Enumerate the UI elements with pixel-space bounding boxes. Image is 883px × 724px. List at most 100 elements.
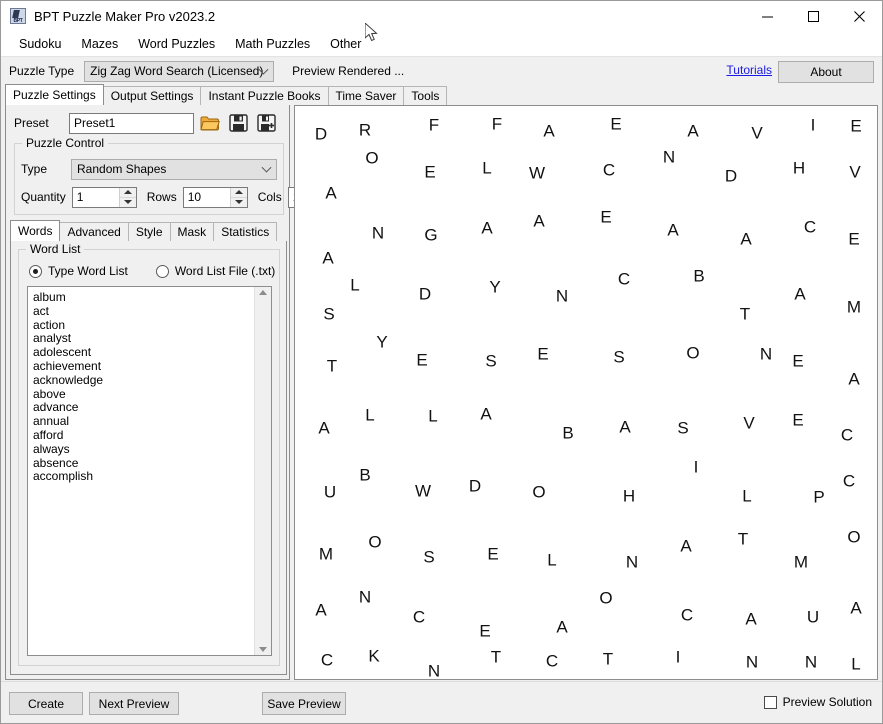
list-item[interactable]: acknowledge [33,374,254,388]
quantity-arrows[interactable] [119,188,136,207]
grid-letter: A [680,538,691,555]
word-list-textarea[interactable]: albumactactionanalystadolescentachieveme… [27,286,272,656]
radio-word-list-file[interactable] [156,265,169,278]
rows-value[interactable]: 10 [184,188,230,207]
save-preview-button[interactable]: Save Preview [262,692,346,715]
grid-letter: M [794,554,808,571]
grid-letter: L [482,160,491,177]
type-select[interactable]: Random Shapes [71,159,277,180]
list-item[interactable]: accomplish [33,470,254,484]
menu-item-other[interactable]: Other [320,34,371,54]
menu-item-math-puzzles[interactable]: Math Puzzles [225,34,320,54]
next-preview-button[interactable]: Next Preview [89,692,179,715]
rows-up-icon[interactable] [231,188,247,198]
list-item[interactable]: always [33,443,254,457]
save-icon[interactable] [226,111,250,135]
rows-arrows[interactable] [230,188,247,207]
grid-letter: T [738,531,748,548]
list-item[interactable]: album [33,291,254,305]
sub-tab-strip: Words Advanced Style Mask Statistics [10,221,287,241]
create-button[interactable]: Create [9,692,83,715]
menu-item-word-puzzles[interactable]: Word Puzzles [128,34,225,54]
tab-instant-puzzle-books[interactable]: Instant Puzzle Books [200,86,328,105]
cols-label: Cols [258,190,282,204]
quantity-up-icon[interactable] [120,188,136,198]
grid-letter: W [529,165,545,182]
grid-letter: A [848,371,859,388]
list-item[interactable]: adolescent [33,346,254,360]
preset-input[interactable]: Preset1 [69,113,194,134]
subtab-statistics[interactable]: Statistics [213,222,277,241]
about-button[interactable]: About [778,61,874,83]
title-bar: BPT Puzzle Maker Pro v2023.2 [1,1,882,31]
grid-letter: I [811,117,816,134]
tab-output-settings[interactable]: Output Settings [103,86,202,105]
grid-letter: O [368,534,381,551]
grid-letter: A [740,231,751,248]
bottom-action-bar: Create Next Preview Save Preview Preview… [1,681,882,723]
word-list-title: Word List [26,242,84,256]
grid-letter: H [623,488,635,505]
open-folder-icon[interactable] [198,111,222,135]
menu-item-sudoku[interactable]: Sudoku [9,34,71,54]
tab-tools[interactable]: Tools [403,86,447,105]
quantity-down-icon[interactable] [120,198,136,207]
grid-letter: N [746,654,758,671]
grid-letter: E [610,116,621,133]
list-item[interactable]: above [33,388,254,402]
word-list-scrollbar[interactable] [254,287,271,655]
grid-letter: L [365,407,374,424]
list-item[interactable]: advance [33,401,254,415]
menu-item-mazes[interactable]: Mazes [71,34,128,54]
save-as-icon[interactable] [254,111,278,135]
main-tab-strip: Puzzle Settings Output Settings Instant … [5,85,878,105]
grid-letter: U [807,609,819,626]
preview-solution-row[interactable]: Preview Solution [764,695,872,709]
grid-letter: E [424,164,435,181]
grid-letter: N [359,589,371,606]
grid-letter: N [428,663,440,680]
close-icon[interactable] [836,1,882,31]
quantity-stepper[interactable]: 1 [72,187,137,208]
minimize-icon[interactable] [744,1,790,31]
list-item[interactable]: act [33,305,254,319]
list-item[interactable]: afford [33,429,254,443]
grid-letter: D [725,168,737,185]
grid-letter: I [694,459,699,476]
scroll-down-icon[interactable] [259,647,267,652]
tutorials-link[interactable]: Tutorials [726,63,772,77]
tab-puzzle-settings[interactable]: Puzzle Settings [5,84,104,105]
list-item[interactable]: absence [33,457,254,471]
scroll-up-icon[interactable] [259,290,267,295]
list-item[interactable]: action [33,319,254,333]
list-item[interactable]: achievement [33,360,254,374]
grid-letter: E [537,346,548,363]
subtab-style[interactable]: Style [128,222,171,241]
grid-letter: N [663,149,675,166]
grid-letter: C [843,473,855,490]
puzzle-control-title: Puzzle Control [22,136,108,150]
puzzle-preview-panel[interactable]: DRFFAEAVIEOELWCNDHVANGAAEAACEALDYNCBAMST… [294,105,878,680]
subtab-mask[interactable]: Mask [170,222,215,241]
radio-type-word-list[interactable] [29,265,42,278]
list-item[interactable]: annual [33,415,254,429]
words-panel: Word List Type Word List Word List File … [10,241,287,675]
preview-solution-checkbox[interactable] [764,696,777,709]
subtab-advanced[interactable]: Advanced [59,222,128,241]
puzzle-type-select[interactable]: Zig Zag Word Search (Licensed) [84,61,274,82]
puzzle-type-label: Puzzle Type [9,64,74,78]
grid-letter: A [687,123,698,140]
type-value: Random Shapes [77,162,166,176]
grid-letter: Y [376,334,387,351]
quantity-value[interactable]: 1 [73,188,119,207]
subtab-words[interactable]: Words [10,220,60,241]
grid-letter: A [481,220,492,237]
maximize-icon[interactable] [790,1,836,31]
grid-letter: N [626,554,638,571]
grid-letter: N [372,225,384,242]
list-item[interactable]: analyst [33,332,254,346]
tab-time-saver[interactable]: Time Saver [328,86,405,105]
word-list-items[interactable]: albumactactionanalystadolescentachieveme… [28,287,254,655]
rows-down-icon[interactable] [231,198,247,207]
rows-stepper[interactable]: 10 [183,187,248,208]
